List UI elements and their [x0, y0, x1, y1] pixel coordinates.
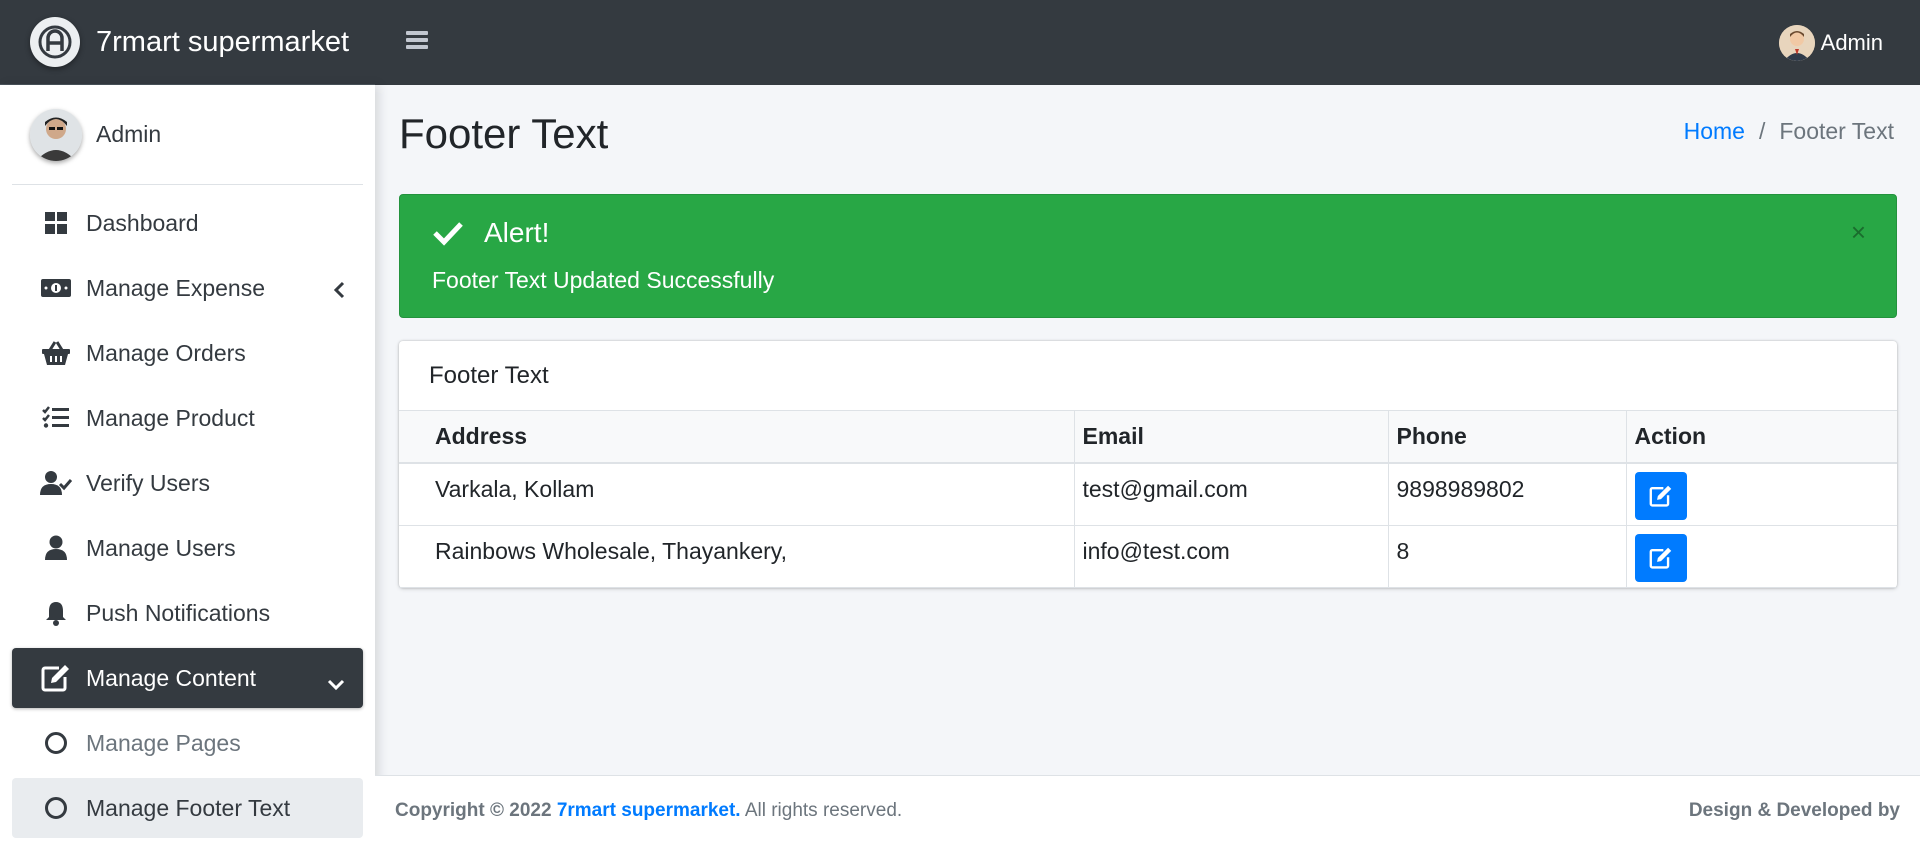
sidebar-item-label: Push Notifications — [86, 599, 271, 626]
cell-address: Rainbows Wholesale, Thayankery, — [399, 525, 1075, 588]
page-footer: Copyright © 2022 7rmart supermarket. All… — [375, 775, 1920, 846]
sidebar-item-verify-users[interactable]: Verify Users — [12, 453, 363, 513]
user-icon — [40, 534, 72, 562]
sidebar-user-name: Admin — [96, 121, 162, 147]
avatar — [30, 108, 82, 161]
sidebar-item-manage-orders[interactable]: Manage Orders — [12, 323, 363, 383]
page-title: Footer Text — [399, 110, 609, 157]
dashboard-icon — [40, 209, 72, 237]
alert-title: Alert! — [484, 217, 550, 248]
brand-logo-icon — [30, 17, 80, 67]
sidebar-item-label: Manage Orders — [86, 339, 246, 366]
alert-close-button[interactable]: × — [1851, 219, 1866, 245]
footer-design-credit: Design & Developed by — [1688, 800, 1900, 821]
sidebar-item-label: Manage Footer Text — [86, 794, 291, 821]
sidebar-item-label: Manage Pages — [86, 729, 241, 756]
alert-header: Alert! — [432, 217, 549, 249]
sidebar-item-label: Manage Expense — [86, 274, 266, 301]
edit-icon — [1649, 547, 1671, 569]
cell-email: info@test.com — [1074, 525, 1389, 588]
sidebar-item-manage-content[interactable]: Manage Content — [12, 648, 363, 708]
money-bill-icon — [40, 274, 72, 302]
breadcrumb-current: Footer Text — [1779, 118, 1894, 144]
list-check-icon — [40, 404, 72, 432]
sidebar-item-manage-pages[interactable]: Manage Pages — [12, 713, 363, 773]
sidebar-item-push-notifications[interactable]: Push Notifications — [12, 583, 363, 643]
cell-phone: 8 — [1388, 525, 1627, 588]
sidebar-item-manage-footer-text[interactable]: Manage Footer Text — [12, 778, 363, 838]
column-header-address: Address — [399, 411, 1075, 464]
sidebar: Admin Dashboard Manage Expense Manage Or… — [0, 85, 375, 846]
column-header-phone: Phone — [1388, 411, 1627, 464]
footer-text-table: Address Email Phone Action Varkala, Koll… — [399, 411, 1897, 588]
edit-button[interactable] — [1634, 472, 1687, 520]
column-header-email: Email — [1074, 411, 1389, 464]
table-row: Varkala, Kollam test@gmail.com 989898980… — [399, 463, 1897, 526]
brand-link[interactable]: 7rmart supermarket — [0, 0, 375, 85]
bell-icon — [40, 599, 72, 627]
sidebar-item-manage-product[interactable]: Manage Product — [12, 388, 363, 448]
footer-copyright: Copyright © 2022 7rmart supermarket. All… — [395, 800, 902, 822]
sidebar-item-manage-expense[interactable]: Manage Expense — [12, 258, 363, 318]
breadcrumb-home-link[interactable]: Home — [1684, 118, 1745, 145]
main-content: Footer Text Home / Footer Text Alert! Fo… — [375, 85, 1920, 775]
copyright-text: Copyright © 2022 — [395, 800, 552, 821]
circle-icon — [40, 794, 72, 822]
chevron-left-icon — [333, 278, 345, 305]
table-header-row: Address Email Phone Action — [399, 411, 1897, 464]
sidebar-item-label: Manage Content — [86, 664, 257, 691]
cell-action — [1626, 525, 1897, 588]
cell-action — [1626, 463, 1897, 526]
cell-email: test@gmail.com — [1074, 463, 1389, 526]
edit-icon — [1649, 485, 1671, 507]
sidebar-user-panel[interactable]: Admin — [12, 85, 363, 185]
sidebar-item-label: Manage Product — [86, 404, 255, 431]
sidebar-item-label: Dashboard — [86, 209, 199, 236]
success-alert: Alert! Footer Text Updated Successfully … — [399, 194, 1897, 318]
column-header-action: Action — [1626, 411, 1897, 464]
chevron-down-icon — [327, 670, 345, 697]
top-navbar: 7rmart supermarket Admin — [0, 0, 1920, 85]
sidebar-nav: Dashboard Manage Expense Manage Orders M… — [0, 193, 375, 838]
footer-brand-link[interactable]: 7rmart supermarket. — [557, 800, 741, 821]
edit-button[interactable] — [1634, 533, 1687, 582]
basket-icon — [40, 339, 72, 367]
edit-icon — [40, 664, 72, 692]
card-title: Footer Text — [399, 341, 1897, 411]
cell-address: Varkala, Kollam — [399, 463, 1075, 526]
footer-text-card: Footer Text Address Email Phone Action V… — [399, 341, 1897, 588]
user-check-icon — [40, 469, 72, 497]
breadcrumb-separator: / — [1758, 118, 1766, 144]
sidebar-item-label: Verify Users — [86, 469, 210, 496]
table-row: Rainbows Wholesale, Thayankery, info@tes… — [399, 525, 1897, 588]
check-icon — [433, 222, 463, 246]
rights-text: All rights reserved. — [744, 800, 903, 821]
avatar — [1778, 25, 1815, 61]
top-user-menu[interactable]: Admin — [1778, 25, 1883, 61]
breadcrumb: Home / Footer Text — [1684, 118, 1894, 145]
alert-message: Footer Text Updated Successfully — [432, 267, 775, 293]
sidebar-item-manage-users[interactable]: Manage Users — [12, 518, 363, 578]
circle-icon — [40, 729, 72, 757]
sidebar-item-label: Manage Users — [86, 534, 236, 561]
sidebar-item-dashboard[interactable]: Dashboard — [12, 193, 363, 253]
brand-name: 7rmart supermarket — [96, 25, 350, 58]
hamburger-menu-icon[interactable] — [406, 28, 436, 58]
cell-phone: 9898989802 — [1388, 463, 1627, 526]
top-user-name: Admin — [1820, 30, 1883, 55]
